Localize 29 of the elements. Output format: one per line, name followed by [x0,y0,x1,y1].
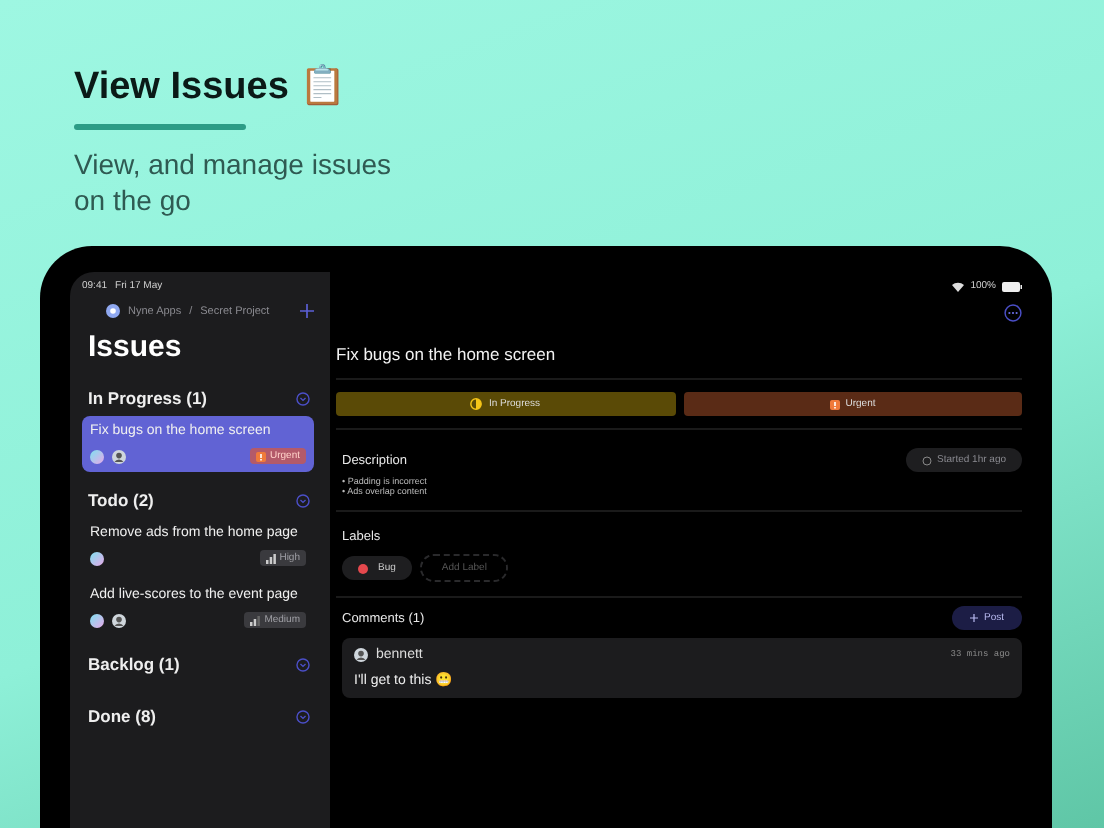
avatar-icon [90,551,104,565]
group-title: Todo (2) [88,490,154,510]
group-title: Done (8) [88,706,156,726]
plus-icon[interactable] [300,304,314,318]
chevron-down-circle-icon[interactable] [296,493,310,507]
avatar-icon [354,648,368,662]
group-title: In Progress (1) [88,388,208,408]
group-title: Backlog (1) [88,654,180,674]
workspace-avatar-icon [106,304,120,318]
plus-icon [969,614,978,622]
avatar-icon [90,613,104,627]
chevron-down-circle-icon[interactable] [296,391,310,405]
signal-bars-icon [250,615,261,625]
signal-bars-icon [265,553,276,563]
alert-square-icon [255,451,266,461]
page-subtitle: View, and manage issues on the go [74,146,394,218]
avatar-icon [112,449,126,463]
avatar-icon [112,613,126,627]
more-icon[interactable] [1004,304,1022,322]
issue-heading: Fix bugs on the home screen [336,344,558,364]
avatar-icon [90,449,104,463]
wifi-icon [952,281,965,291]
half-circle-icon [470,398,483,410]
sidebar-title: Issues [88,330,184,364]
chevron-down-circle-icon[interactable] [296,709,310,723]
page-title: View Issues 📋 [74,62,348,110]
battery-icon [1002,281,1022,291]
chevron-down-circle-icon[interactable] [296,657,310,671]
alert-square-icon [829,399,840,409]
